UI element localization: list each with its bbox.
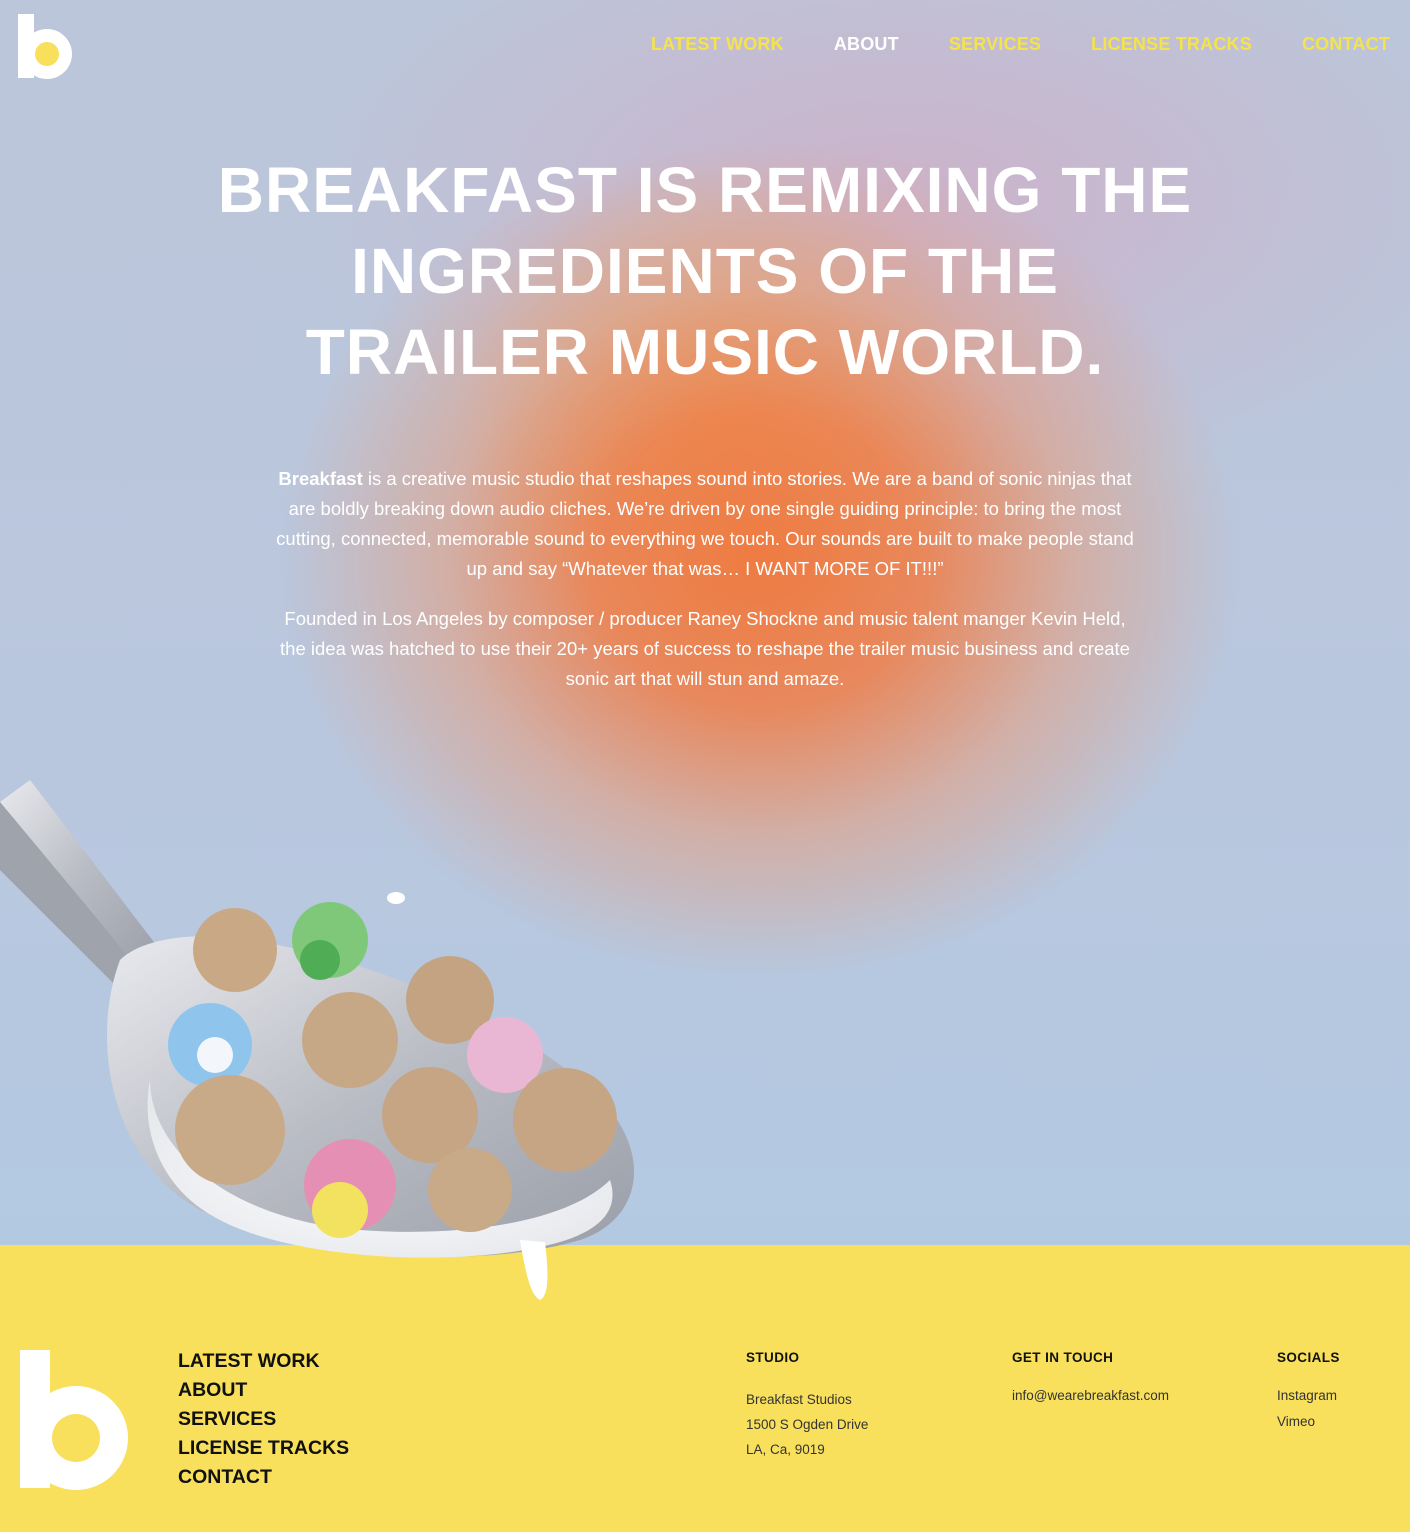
studio-name: Breakfast Studios xyxy=(746,1392,852,1407)
nav-services[interactable]: SERVICES xyxy=(949,34,1041,55)
intro-brand-name: Breakfast xyxy=(278,468,363,489)
social-link-instagram[interactable]: Instagram xyxy=(1277,1383,1340,1409)
footer-socials-column: SOCIALS Instagram Vimeo xyxy=(1277,1350,1340,1435)
nav-license-tracks[interactable]: LICENSE TRACKS xyxy=(1091,34,1252,55)
footer-contact-column: GET IN TOUCH info@wearebreakfast.com xyxy=(1012,1350,1169,1408)
intro-text: Breakfast is a creative music studio tha… xyxy=(275,464,1135,694)
headline-line-3: TRAILER MUSIC WORLD. xyxy=(305,316,1105,388)
breakfast-logo-icon[interactable] xyxy=(18,14,74,80)
socials-heading: SOCIALS xyxy=(1277,1350,1340,1365)
intro-paragraph-1: Breakfast is a creative music studio tha… xyxy=(275,464,1135,584)
social-link-vimeo[interactable]: Vimeo xyxy=(1277,1409,1340,1435)
studio-street: 1500 S Ogden Drive xyxy=(746,1417,869,1432)
contact-heading: GET IN TOUCH xyxy=(1012,1350,1114,1365)
studio-heading: STUDIO xyxy=(746,1350,800,1365)
footer-nav-latest-work[interactable]: LATEST WORK xyxy=(178,1347,349,1376)
footer-nav-contact[interactable]: CONTACT xyxy=(178,1463,349,1492)
contact-email-link[interactable]: info@wearebreakfast.com xyxy=(1012,1383,1169,1408)
headline-line-2: INGREDIENTS OF THE xyxy=(351,235,1059,307)
footer-nav-services[interactable]: SERVICES xyxy=(178,1405,349,1434)
intro-paragraph-2: Founded in Los Angeles by composer / pro… xyxy=(280,608,1130,689)
nav-latest-work[interactable]: LATEST WORK xyxy=(651,34,784,55)
footer-nav-license-tracks[interactable]: LICENSE TRACKS xyxy=(178,1434,349,1463)
breakfast-logo-icon[interactable] xyxy=(20,1350,130,1490)
top-nav: LATEST WORK ABOUT SERVICES LICENSE TRACK… xyxy=(601,34,1390,55)
page-headline: BREAKFAST IS REMIXING THE INGREDIENTS OF… xyxy=(0,150,1410,393)
headline-line-1: BREAKFAST IS REMIXING THE xyxy=(217,154,1193,226)
cereal-spoon-image xyxy=(0,780,634,1300)
footer-studio-column: STUDIO Breakfast Studios 1500 S Ogden Dr… xyxy=(746,1350,868,1462)
footer-nav: LATEST WORK ABOUT SERVICES LICENSE TRACK… xyxy=(178,1347,349,1492)
intro-paragraph-1-text: is a creative music studio that reshapes… xyxy=(276,468,1134,579)
nav-contact[interactable]: CONTACT xyxy=(1302,34,1390,55)
studio-city: LA, Ca, 9019 xyxy=(746,1442,825,1457)
footer-nav-about[interactable]: ABOUT xyxy=(178,1376,349,1405)
nav-about[interactable]: ABOUT xyxy=(834,34,899,55)
